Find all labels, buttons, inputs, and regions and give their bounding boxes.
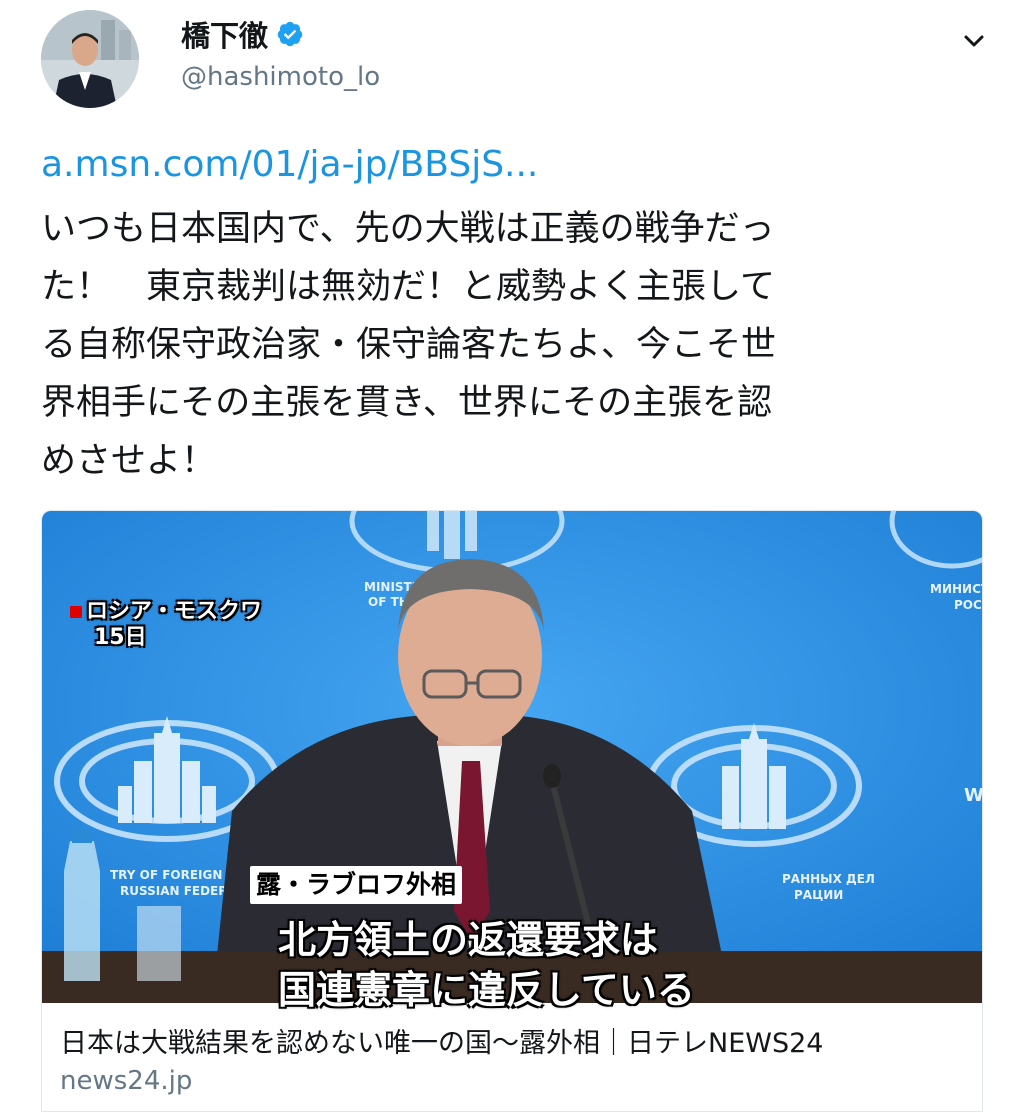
- caption-location: ロシア・モスクワ 15日: [70, 599, 262, 651]
- card-image: MINISTRY OF OF THE R TRY OF FOREIGN AFF …: [42, 511, 982, 1012]
- name-row[interactable]: 橋下徹: [181, 14, 304, 54]
- caption-date: 15日: [94, 625, 147, 650]
- backdrop-text: РОС: [954, 598, 982, 612]
- caption-subtitle-2: 国連憲章に違反している: [278, 968, 695, 1012]
- caption-speaker: 露・ラブロフ外相: [250, 866, 463, 904]
- red-square-icon: [70, 606, 82, 618]
- avatar[interactable]: [41, 10, 139, 108]
- backdrop-text: РАННЫХ ДЕЛ: [782, 872, 875, 886]
- display-name[interactable]: 橋下徹: [181, 13, 268, 55]
- user-handle[interactable]: @hashimoto_lo: [181, 62, 380, 92]
- backdrop-text: РАЦИИ: [794, 888, 843, 902]
- backdrop-text: W: [964, 785, 982, 806]
- caption-location-text: ロシア・モスクワ: [86, 599, 263, 624]
- caption-subtitle-1: 北方領土の返還要求は: [278, 918, 659, 962]
- card-title[interactable]: 日本は大戦結果を認めない唯一の国～露外相｜日テレNEWS24: [60, 1021, 823, 1060]
- chevron-down-icon[interactable]: [960, 30, 988, 52]
- tweet-link[interactable]: a.msn.com/01/ja-jp/BBSjS...: [41, 144, 538, 185]
- backdrop-text: RUSSIAN FEDER: [120, 884, 228, 898]
- tweet-text: いつも日本国内で、先の大戦は正義の戦争だっ た！ 東京裁判は無効だ！と威勢よく主…: [41, 209, 777, 481]
- backdrop-text: МИНИСТ: [930, 582, 982, 596]
- link-card[interactable]: MINISTRY OF OF THE R TRY OF FOREIGN AFF …: [41, 510, 983, 1112]
- verified-badge-icon: [277, 21, 303, 47]
- card-domain: news24.jp: [60, 1066, 193, 1096]
